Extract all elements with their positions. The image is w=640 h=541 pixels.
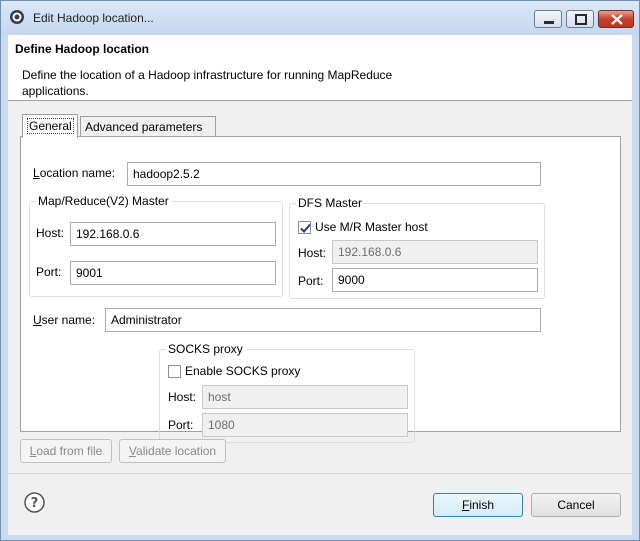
cancel-button[interactable]: Cancel [531, 493, 621, 517]
enable-socks-proxy-label: Enable SOCKS proxy [185, 364, 301, 378]
enable-socks-proxy-checkbox[interactable] [168, 365, 181, 378]
mr-host-label: Host: [36, 226, 65, 240]
dialog-window: Edit Hadoop location... Define Hadoop lo… [0, 0, 640, 541]
socks-port-input: 1080 [202, 413, 408, 437]
finish-button[interactable]: Finish [433, 493, 523, 517]
validate-location-button[interactable]: Validate location [119, 439, 226, 463]
app-gear-icon [10, 10, 24, 24]
mr-port-input[interactable]: 9001 [70, 261, 276, 285]
general-tab-panel: Location name: hadoop2.5.2 Map/Reduce(V2… [20, 136, 621, 443]
dialog-client-area: Define Hadoop location Define the locati… [8, 35, 632, 535]
dfs-master-group-label: DFS Master [296, 196, 365, 210]
socks-host-label: Host: [168, 390, 197, 404]
tab-folder: General Advanced parameters Location nam… [20, 114, 621, 443]
header-description: Define the location of a Hadoop infrastr… [22, 68, 393, 98]
user-name-input[interactable]: Administrator [105, 308, 541, 332]
socks-proxy-group: SOCKS proxy Enable SOCKS proxy Host: hos… [159, 342, 415, 443]
footer-separator [8, 473, 632, 474]
dfs-port-label: Port: [298, 274, 324, 288]
dfs-port-input[interactable]: 9000 [332, 268, 538, 292]
tab-advanced-label: Advanced parameters [85, 120, 203, 134]
help-icon[interactable]: ? [24, 492, 45, 513]
dfs-master-group: DFS Master Use M/R Master host Host: 192… [289, 196, 545, 299]
mr-master-group: Map/Reduce(V2) Master Host: 192.168.0.6 … [29, 194, 283, 297]
mr-master-group-label: Map/Reduce(V2) Master [36, 194, 171, 208]
header-title: Define Hadoop location [15, 42, 150, 56]
mr-host-input[interactable]: 192.168.0.6 [70, 222, 276, 246]
checkmark-icon [300, 223, 311, 233]
minimize-icon [544, 21, 554, 24]
tab-advanced-parameters[interactable]: Advanced parameters [80, 116, 216, 137]
dfs-host-input: 192.168.0.6 [332, 240, 538, 264]
close-button[interactable] [598, 10, 634, 28]
maximize-button[interactable] [566, 10, 594, 28]
location-name-label: Location name: [33, 166, 116, 180]
mr-port-label: Port: [36, 265, 62, 279]
socks-proxy-group-label: SOCKS proxy [166, 342, 245, 356]
window-title: Edit Hadoop location... [33, 11, 154, 25]
tab-general[interactable]: General [22, 114, 78, 138]
load-from-file-button[interactable]: Load from file [20, 439, 112, 463]
socks-port-label: Port: [168, 418, 194, 432]
svg-text:?: ? [31, 496, 39, 511]
dialog-header: Define Hadoop location Define the locati… [8, 35, 632, 101]
minimize-button[interactable] [534, 10, 562, 28]
use-mr-master-host-label: Use M/R Master host [315, 220, 428, 234]
user-name-label: User name: [33, 313, 96, 327]
close-icon [611, 14, 623, 25]
dfs-host-label: Host: [298, 246, 327, 260]
use-mr-master-host-checkbox[interactable] [298, 221, 311, 234]
tab-general-label: General [27, 118, 74, 134]
maximize-icon [575, 14, 587, 25]
location-name-input[interactable]: hadoop2.5.2 [127, 162, 541, 186]
socks-host-input: host [202, 385, 408, 409]
title-bar[interactable]: Edit Hadoop location... [1, 1, 639, 35]
